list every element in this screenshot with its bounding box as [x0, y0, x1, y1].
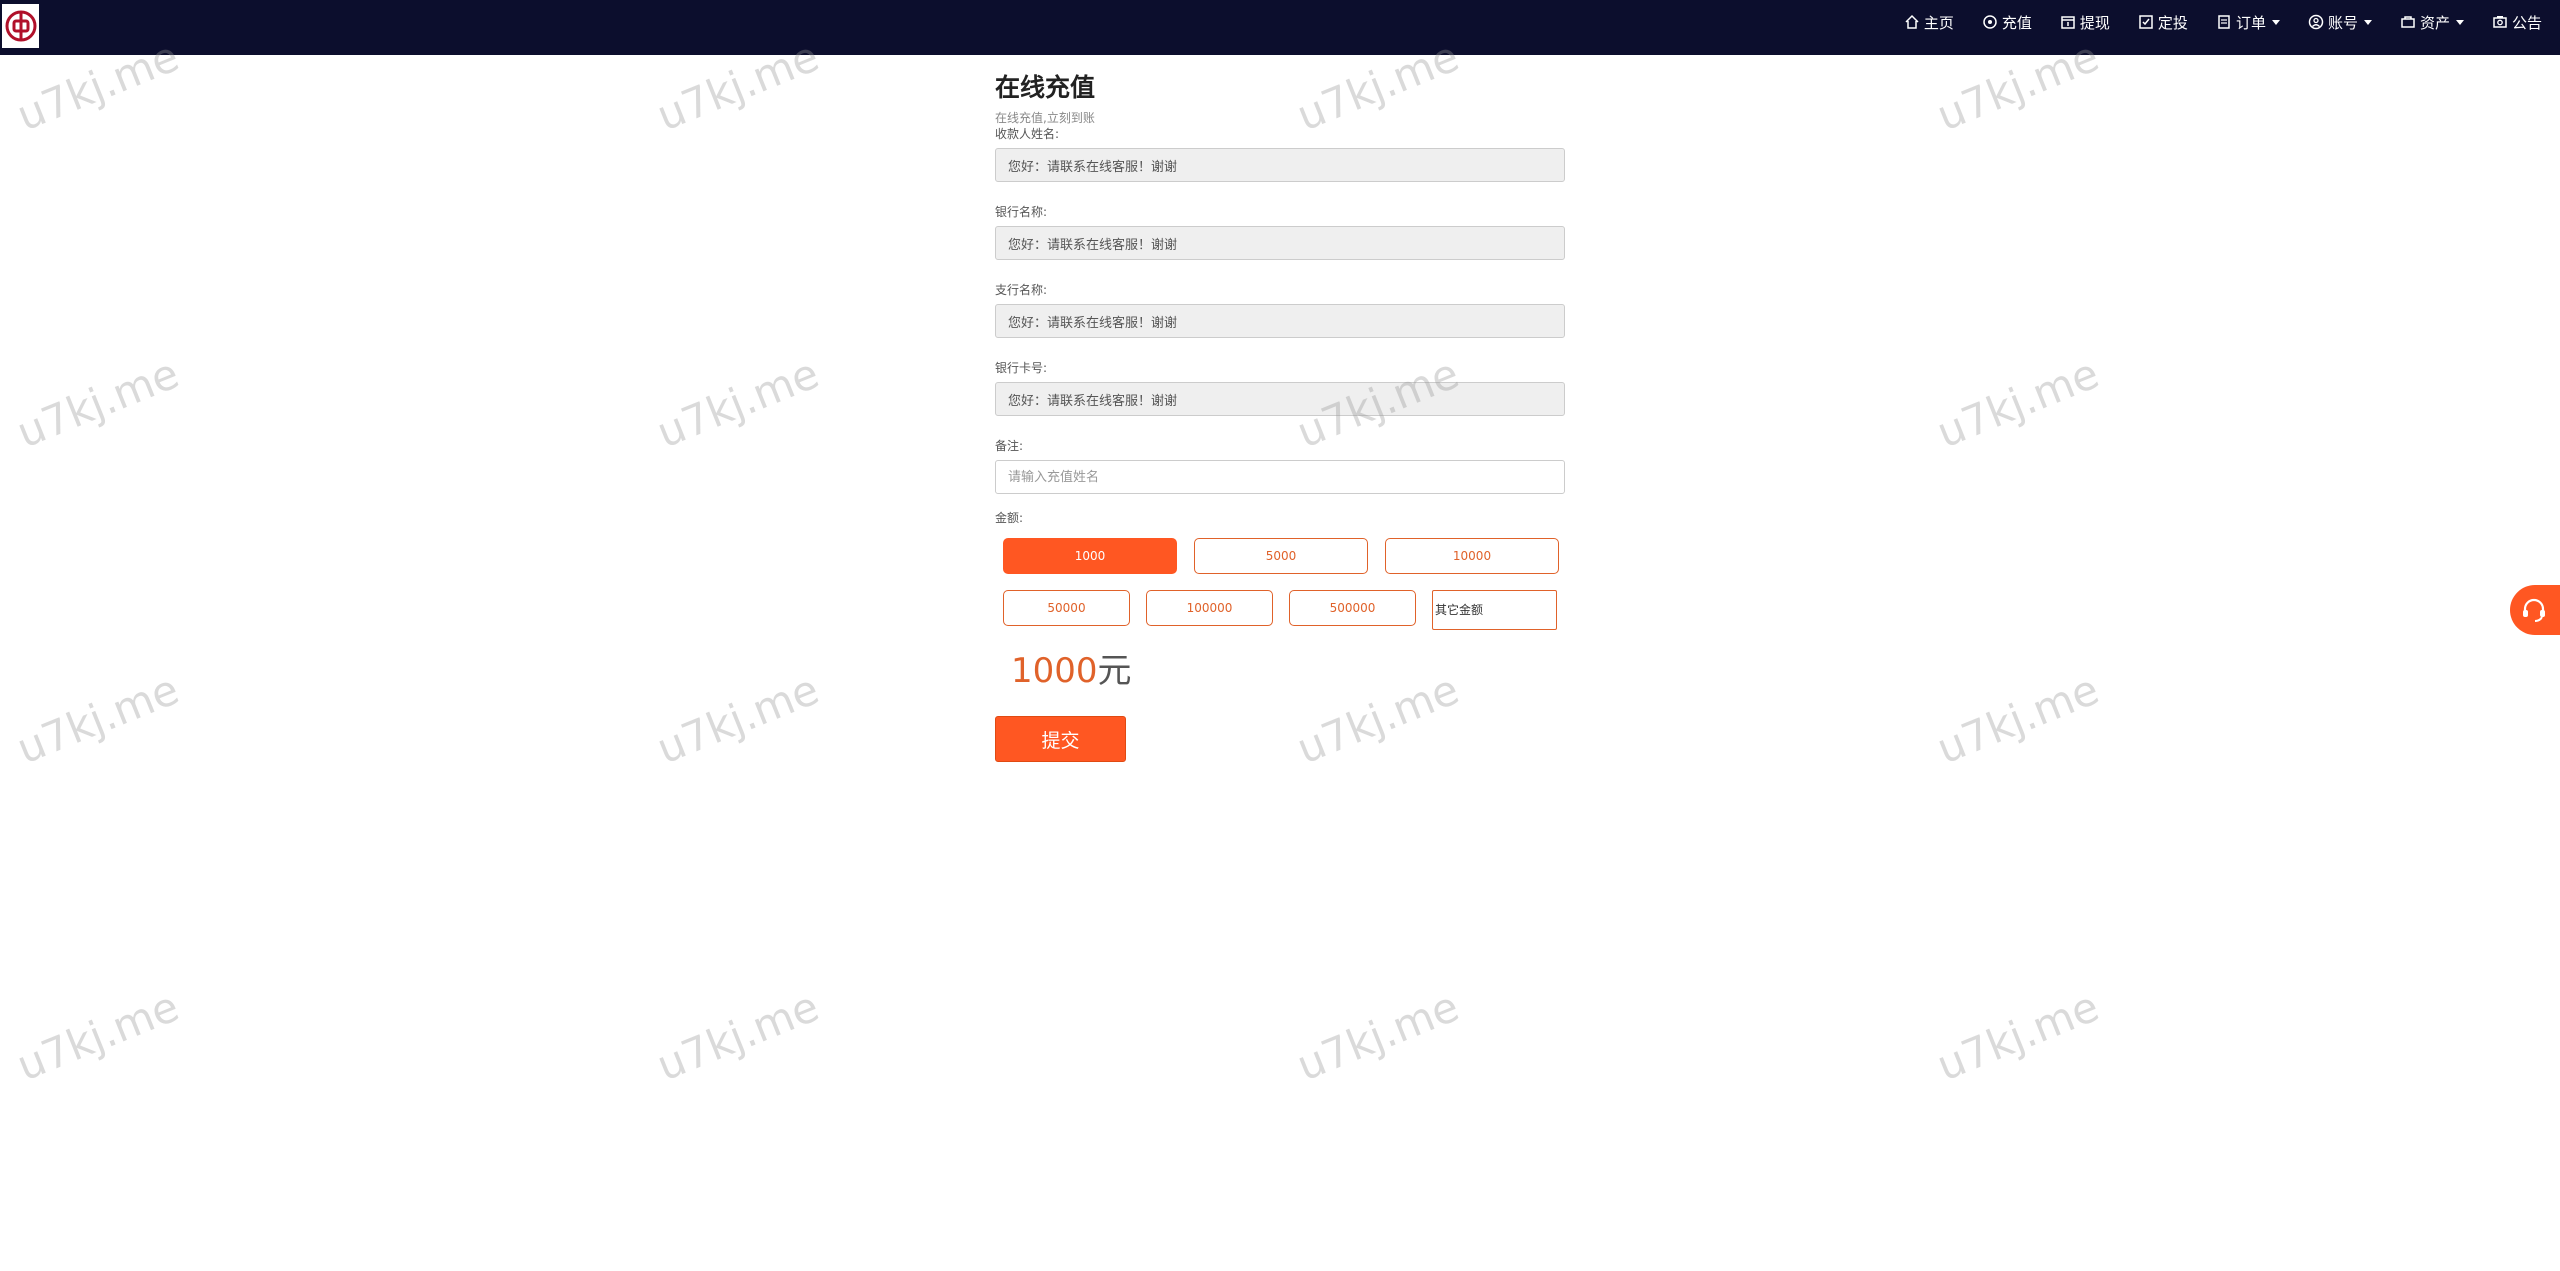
- selected-amount-value: 1000: [1011, 651, 1098, 691]
- amount-button-50000[interactable]: 50000: [1003, 590, 1130, 626]
- nav-recharge-label: 充值: [2001, 13, 2032, 32]
- amount-button-10000[interactable]: 10000: [1385, 538, 1559, 574]
- nav-invest[interactable]: 定投: [2124, 0, 2202, 44]
- main-nav: 主页 充值 提现 定投 订单 账号 资产 公告: [1890, 0, 2556, 44]
- page-subtitle: 在线充值,立刻到账: [995, 111, 1095, 125]
- nav-home[interactable]: 主页: [1890, 0, 1968, 44]
- amount-button-100000[interactable]: 100000: [1146, 590, 1273, 626]
- bank-name-input[interactable]: [995, 226, 1565, 260]
- watermark: u7kj.me: [10, 664, 186, 774]
- watermark: u7kj.me: [650, 664, 826, 774]
- nav-home-label: 主页: [1923, 13, 1954, 32]
- invest-icon: [2139, 15, 2153, 29]
- nav-account-label: 账号: [2327, 13, 2358, 32]
- customer-service-button[interactable]: [2510, 585, 2560, 635]
- bank-of-china-logo-icon: [5, 10, 36, 42]
- chevron-down-icon: [2363, 19, 2372, 25]
- order-icon: [2218, 15, 2230, 29]
- remark-label: 备注:: [995, 439, 1024, 453]
- account-icon: [2308, 14, 2324, 30]
- nav-recharge[interactable]: 充值: [1968, 0, 2046, 44]
- amount-row: 1000 5000 10000: [1003, 538, 1565, 574]
- chevron-down-icon: [2271, 19, 2280, 25]
- branch-name-field: 支行名称:: [995, 282, 1565, 338]
- nav-notice[interactable]: 公告: [2478, 0, 2556, 44]
- amount-row: 50000 100000 500000: [1003, 590, 1565, 630]
- watermark: u7kj.me: [10, 348, 186, 458]
- withdraw-icon: [2061, 16, 2075, 29]
- nav-assets-label: 资产: [2419, 13, 2450, 32]
- nav-orders-label: 订单: [2235, 13, 2266, 32]
- remark-input[interactable]: [995, 460, 1565, 494]
- home-icon: [1905, 14, 1919, 29]
- other-amount-input[interactable]: [1432, 590, 1557, 630]
- watermark: u7kj.me: [10, 981, 186, 1091]
- nav-orders[interactable]: 订单: [2202, 0, 2294, 44]
- remark-field: 备注:: [995, 438, 1565, 494]
- notice-icon: [2493, 16, 2507, 28]
- card-number-label: 银行卡号:: [995, 361, 1048, 375]
- amount-button-500000[interactable]: 500000: [1289, 590, 1416, 626]
- nav-invest-label: 定投: [2157, 13, 2188, 32]
- nav-withdraw[interactable]: 提现: [2046, 0, 2124, 44]
- payee-name-field: 收款人姓名:: [995, 126, 1565, 182]
- chevron-down-icon: [2455, 19, 2464, 25]
- watermark: u7kj.me: [1930, 664, 2106, 774]
- nav-account[interactable]: 账号: [2294, 0, 2386, 44]
- selected-amount-display: 1000元: [995, 646, 1565, 696]
- bank-name-label: 银行名称:: [995, 205, 1048, 219]
- page-title: 在线充值: [995, 73, 1096, 102]
- amount-button-5000[interactable]: 5000: [1194, 538, 1368, 574]
- watermark: u7kj.me: [1930, 348, 2106, 458]
- recharge-form: 在线充值 在线充值,立刻到账 收款人姓名: 银行名称: 支行名称: 银行卡号: …: [995, 68, 1565, 762]
- recharge-icon: [1983, 15, 1997, 29]
- branch-name-input[interactable]: [995, 304, 1565, 338]
- selected-amount-unit: 元: [1097, 651, 1132, 691]
- branch-name-label: 支行名称:: [995, 283, 1048, 297]
- top-navbar: 主页 充值 提现 定投 订单 账号 资产 公告: [0, 0, 2560, 55]
- nav-assets[interactable]: 资产: [2386, 0, 2478, 44]
- card-number-field: 银行卡号:: [995, 360, 1565, 416]
- nav-withdraw-label: 提现: [2079, 13, 2110, 32]
- bank-name-field: 银行名称:: [995, 204, 1565, 260]
- watermark: u7kj.me: [1930, 981, 2106, 1091]
- payee-name-input[interactable]: [995, 148, 1565, 182]
- amount-options: 1000 5000 10000 50000 100000 500000: [995, 538, 1565, 630]
- payee-name-label: 收款人姓名:: [995, 127, 1060, 141]
- submit-button[interactable]: 提交: [995, 716, 1126, 762]
- nav-notice-label: 公告: [2511, 13, 2542, 32]
- card-number-input[interactable]: [995, 382, 1565, 416]
- amount-button-1000[interactable]: 1000: [1003, 538, 1177, 574]
- watermark: u7kj.me: [650, 348, 826, 458]
- logo[interactable]: [2, 4, 39, 48]
- watermark: u7kj.me: [1290, 981, 1466, 1091]
- watermark: u7kj.me: [650, 981, 826, 1091]
- amount-label: 金额:: [995, 511, 1024, 525]
- assets-icon: [2401, 16, 2415, 28]
- headset-icon: [2523, 598, 2545, 622]
